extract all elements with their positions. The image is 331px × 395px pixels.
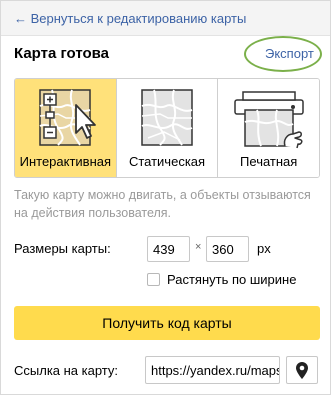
static-map-icon [141, 89, 193, 146]
printer-map-icon [233, 91, 304, 149]
export-highlight-ring [244, 36, 322, 72]
map-type-interactive[interactable]: Интерактивная [15, 79, 117, 177]
stretch-width-checkbox[interactable] [147, 273, 160, 286]
size-separator: × [195, 241, 202, 253]
stretch-width-label[interactable]: Растянуть по ширине [167, 272, 296, 287]
panel-title: Карта готова [14, 45, 110, 62]
width-input[interactable] [147, 236, 190, 262]
map-type-description: Такую карту можно двигать, а объекты отз… [14, 188, 311, 220]
map-pin-button[interactable] [286, 356, 318, 384]
map-type-label: Интерактивная [19, 154, 112, 169]
size-unit: px [257, 241, 271, 256]
height-input[interactable] [206, 236, 249, 262]
map-type-label: Печатная [240, 154, 298, 169]
interactive-map-icon [39, 89, 97, 146]
back-to-editing-link[interactable]: ← Вернуться к редактированию карты [14, 11, 246, 26]
map-export-panel: ← Вернуться к редактированию карты Карта… [0, 0, 331, 395]
size-label: Размеры карты: [14, 241, 111, 256]
map-link-input[interactable] [145, 356, 280, 384]
map-pin-icon [296, 362, 308, 379]
map-type-print[interactable]: Печатная [218, 79, 319, 177]
map-type-label: Статическая [128, 154, 206, 169]
map-type-selector: Интерактивная Статическая Печатная [14, 78, 320, 178]
get-map-code-button[interactable]: Получить код карты [14, 306, 320, 340]
map-link-label: Ссылка на карту: [14, 363, 119, 378]
map-type-static[interactable]: Статическая [116, 79, 219, 177]
back-bar: ← Вернуться к редактированию карты [1, 1, 330, 36]
